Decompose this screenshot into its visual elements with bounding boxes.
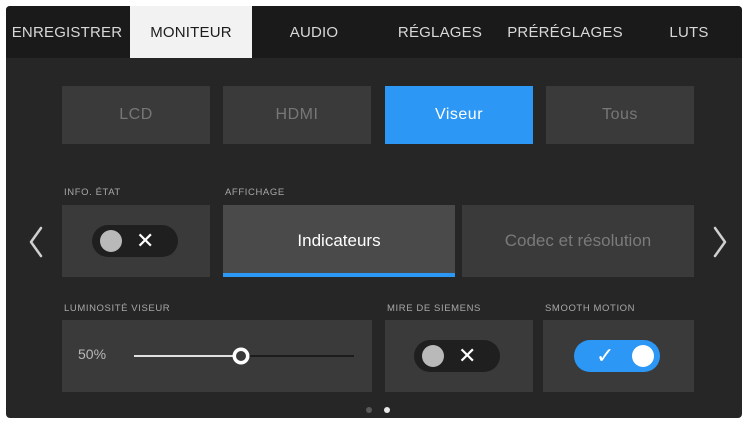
page-indicator-dot-1[interactable] (366, 407, 372, 413)
monitor-settings-screen: ENREGISTRER MONITEUR AUDIO RÉGLAGES PRÉR… (6, 6, 742, 418)
luminosite-slider[interactable] (132, 342, 358, 370)
smooth-motion-label: SMOOTH MOTION (545, 303, 636, 314)
luminosite-value: 50% (78, 346, 107, 362)
luminosite-card: 50% (62, 320, 372, 392)
close-icon: ✕ (136, 228, 155, 253)
toggle-knob (422, 345, 444, 367)
smooth-motion-toggle[interactable]: ✓ (574, 340, 660, 372)
output-lcd-button[interactable]: LCD (62, 86, 210, 144)
tab-moniteur[interactable]: MONITEUR (130, 6, 252, 58)
chevron-right-icon[interactable] (710, 224, 730, 260)
toggle-knob (100, 230, 122, 252)
tab-reglages[interactable]: RÉGLAGES (388, 6, 492, 58)
output-hdmi-button[interactable]: HDMI (223, 86, 371, 144)
tab-audio[interactable]: AUDIO (268, 6, 360, 58)
toggle-knob (632, 345, 654, 367)
tab-luts[interactable]: LUTS (654, 6, 724, 58)
smooth-motion-card: ✓ (543, 320, 694, 392)
tab-enregistrer[interactable]: ENREGISTRER (6, 6, 128, 58)
mire-siemens-toggle[interactable]: ✕ (414, 340, 500, 372)
output-tous-button[interactable]: Tous (546, 86, 694, 144)
top-tab-bar: ENREGISTRER MONITEUR AUDIO RÉGLAGES PRÉR… (6, 6, 742, 58)
luminosite-label: LUMINOSITÉ VISEUR (64, 303, 171, 314)
info-etat-card: ✕ (62, 205, 210, 277)
info-etat-toggle[interactable]: ✕ (92, 225, 178, 257)
mire-siemens-card: ✕ (385, 320, 533, 392)
affichage-indicateurs-button[interactable]: Indicateurs (223, 205, 455, 277)
chevron-left-icon[interactable] (26, 224, 46, 260)
affichage-label: AFFICHAGE (225, 187, 285, 198)
info-etat-label: INFO. ÉTAT (64, 187, 121, 198)
page-indicator-dot-2[interactable] (384, 407, 390, 413)
check-icon: ✓ (596, 343, 615, 368)
tab-prereglages[interactable]: PRÉRÉGLAGES (500, 6, 630, 58)
affichage-codec-resolution-button[interactable]: Codec et résolution (462, 205, 694, 277)
mire-siemens-label: MIRE DE SIEMENS (387, 303, 481, 314)
close-icon: ✕ (458, 343, 477, 368)
output-viseur-button[interactable]: Viseur (385, 86, 533, 144)
